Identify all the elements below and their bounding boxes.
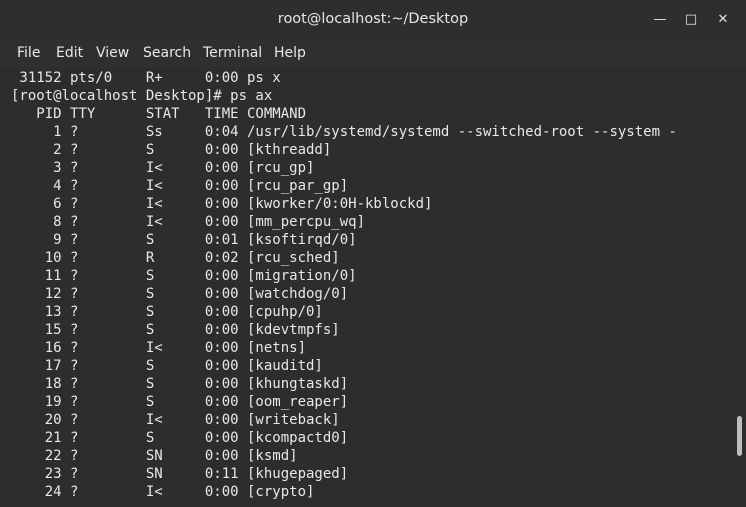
terminal-output[interactable]: 31152 pts/0 R+ 0:00 ps x [root@localhost … xyxy=(0,68,746,507)
scrollbar[interactable] xyxy=(734,68,746,507)
terminal-line: 6 ? I< 0:00 [kworker/0:0H-kblockd] xyxy=(11,196,433,212)
terminal-line: 15 ? S 0:00 [kdevtmpfs] xyxy=(11,322,340,338)
menu-edit[interactable]: Edit xyxy=(56,45,83,61)
terminal-line: 20 ? I< 0:00 [writeback] xyxy=(11,412,340,428)
scrollbar-thumb[interactable] xyxy=(737,416,742,456)
terminal-line: 10 ? R 0:02 [rcu_sched] xyxy=(11,250,340,266)
terminal-line: 11 ? S 0:00 [migration/0] xyxy=(11,268,357,284)
terminal-line: 16 ? I< 0:00 [netns] xyxy=(11,340,307,356)
terminal-window: root@localhost:~/Desktop — □ ✕ File Edit… xyxy=(0,0,746,507)
menu-view[interactable]: View xyxy=(96,45,129,61)
terminal-line: [root@localhost Desktop]# ps ax xyxy=(11,88,273,104)
menu-file[interactable]: File xyxy=(17,45,40,61)
terminal-line: 2 ? S 0:00 [kthreadd] xyxy=(11,142,332,158)
terminal-line: 12 ? S 0:00 [watchdog/0] xyxy=(11,286,349,302)
terminal-line: 17 ? S 0:00 [kauditd] xyxy=(11,358,323,374)
terminal-line: 22 ? SN 0:00 [ksmd] xyxy=(11,448,298,464)
terminal-line: 8 ? I< 0:00 [mm_percpu_wq] xyxy=(11,214,366,230)
menu-bar: File Edit View Search Terminal Help xyxy=(0,40,746,68)
close-button[interactable]: ✕ xyxy=(711,8,735,32)
menu-search[interactable]: Search xyxy=(143,45,191,61)
terminal-line: 9 ? S 0:01 [ksoftirqd/0] xyxy=(11,232,357,248)
terminal-line: 21 ? S 0:00 [kcompactd0] xyxy=(11,430,349,446)
terminal-line: 3 ? I< 0:00 [rcu_gp] xyxy=(11,160,315,176)
menu-terminal[interactable]: Terminal xyxy=(203,45,262,61)
minimize-button[interactable]: — xyxy=(648,8,672,32)
terminal-line: 18 ? S 0:00 [khungtaskd] xyxy=(11,376,349,392)
terminal-line: 1 ? Ss 0:04 /usr/lib/systemd/systemd --s… xyxy=(11,124,677,140)
terminal-line: 13 ? S 0:00 [cpuhp/0] xyxy=(11,304,323,320)
window-title: root@localhost:~/Desktop xyxy=(277,11,469,27)
terminal-line: 19 ? S 0:00 [oom_reaper] xyxy=(11,394,349,410)
terminal-line: 31152 pts/0 R+ 0:00 ps x xyxy=(11,70,281,86)
terminal-line: PID TTY STAT TIME COMMAND xyxy=(11,106,307,122)
terminal-line: 23 ? SN 0:11 [khugepaged] xyxy=(11,466,349,482)
terminal-line: 4 ? I< 0:00 [rcu_par_gp] xyxy=(11,178,349,194)
menu-help[interactable]: Help xyxy=(274,45,306,61)
terminal-lines: 31152 pts/0 R+ 0:00 ps x [root@localhost … xyxy=(11,69,732,501)
title-bar[interactable]: root@localhost:~/Desktop — □ ✕ xyxy=(0,0,746,41)
terminal-line: 24 ? I< 0:00 [crypto] xyxy=(11,484,315,500)
maximize-button[interactable]: □ xyxy=(679,8,703,32)
